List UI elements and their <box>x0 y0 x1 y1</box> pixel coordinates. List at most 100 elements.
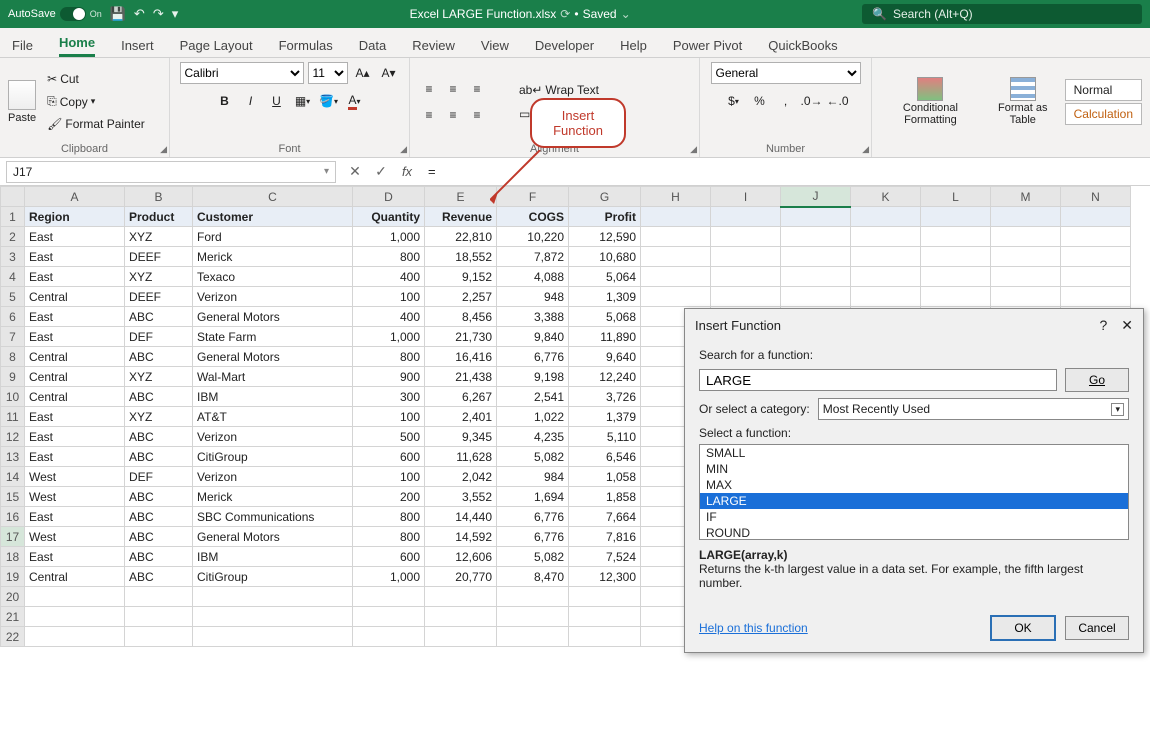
cell-L4[interactable] <box>921 267 991 287</box>
cell-C15[interactable]: Merick <box>193 487 353 507</box>
cell-J4[interactable] <box>781 267 851 287</box>
cell-D13[interactable]: 600 <box>353 447 425 467</box>
row-header-16[interactable]: 16 <box>1 507 25 527</box>
undo-icon[interactable]: ↶ <box>134 6 145 22</box>
autosave[interactable]: AutoSave On <box>8 7 102 21</box>
wrap-text-button[interactable]: ab↵Wrap Text <box>514 80 609 100</box>
cell-F1[interactable]: COGS <box>497 207 569 227</box>
cell-D22[interactable] <box>353 627 425 647</box>
cell-C4[interactable]: Texaco <box>193 267 353 287</box>
font-name-select[interactable]: Calibri <box>180 62 304 84</box>
cell-E9[interactable]: 21,438 <box>425 367 497 387</box>
cell-I2[interactable] <box>711 227 781 247</box>
cell-J5[interactable] <box>781 287 851 307</box>
cell-F18[interactable]: 5,082 <box>497 547 569 567</box>
cell-C14[interactable]: Verizon <box>193 467 353 487</box>
col-header-C[interactable]: C <box>193 187 353 207</box>
cell-B22[interactable] <box>125 627 193 647</box>
cell-D15[interactable]: 200 <box>353 487 425 507</box>
cell-D14[interactable]: 100 <box>353 467 425 487</box>
cell-A22[interactable] <box>25 627 125 647</box>
help-link[interactable]: Help on this function <box>699 621 808 635</box>
category-select[interactable]: Most Recently Used ▾ <box>818 398 1129 420</box>
align-right-icon[interactable]: ≡ <box>466 104 488 126</box>
cell-L5[interactable] <box>921 287 991 307</box>
align-bottom-icon[interactable]: ≡ <box>466 78 488 100</box>
cell-J3[interactable] <box>781 247 851 267</box>
cell-C16[interactable]: SBC Communications <box>193 507 353 527</box>
cell-E7[interactable]: 21,730 <box>425 327 497 347</box>
cell-F6[interactable]: 3,388 <box>497 307 569 327</box>
cell-E15[interactable]: 3,552 <box>425 487 497 507</box>
cell-A1[interactable]: Region <box>25 207 125 227</box>
cell-E20[interactable] <box>425 587 497 607</box>
cell-G4[interactable]: 5,064 <box>569 267 641 287</box>
cell-F19[interactable]: 8,470 <box>497 567 569 587</box>
cell-B13[interactable]: ABC <box>125 447 193 467</box>
cell-D21[interactable] <box>353 607 425 627</box>
cell-B6[interactable]: ABC <box>125 307 193 327</box>
cell-E6[interactable]: 8,456 <box>425 307 497 327</box>
cell-B19[interactable]: ABC <box>125 567 193 587</box>
cell-C12[interactable]: Verizon <box>193 427 353 447</box>
cell-B3[interactable]: DEEF <box>125 247 193 267</box>
cell-C22[interactable] <box>193 627 353 647</box>
cancel-formula-button[interactable]: ✕ <box>342 163 368 180</box>
row-header-9[interactable]: 9 <box>1 367 25 387</box>
tab-home[interactable]: Home <box>59 31 95 57</box>
row-header-7[interactable]: 7 <box>1 327 25 347</box>
cell-B21[interactable] <box>125 607 193 627</box>
cell-E10[interactable]: 6,267 <box>425 387 497 407</box>
italic-button[interactable]: I <box>240 90 262 112</box>
cell-C20[interactable] <box>193 587 353 607</box>
col-header-H[interactable]: H <box>641 187 711 207</box>
cell-D4[interactable]: 400 <box>353 267 425 287</box>
number-format-select[interactable]: General <box>711 62 861 84</box>
function-item-round[interactable]: ROUND <box>700 525 1128 540</box>
row-header-18[interactable]: 18 <box>1 547 25 567</box>
cell-G22[interactable] <box>569 627 641 647</box>
row-header-4[interactable]: 4 <box>1 267 25 287</box>
percent-button[interactable]: % <box>749 90 771 112</box>
row-header-8[interactable]: 8 <box>1 347 25 367</box>
redo-icon[interactable]: ↷ <box>153 6 164 22</box>
cut-button[interactable]: ✂Cut <box>42 69 150 89</box>
cell-G12[interactable]: 5,110 <box>569 427 641 447</box>
name-box[interactable]: J17 ▾ <box>6 161 336 183</box>
cell-A20[interactable] <box>25 587 125 607</box>
row-header-13[interactable]: 13 <box>1 447 25 467</box>
cell-B12[interactable]: ABC <box>125 427 193 447</box>
increase-decimal-icon[interactable]: .0→ <box>801 90 823 112</box>
cell-A9[interactable]: Central <box>25 367 125 387</box>
cell-I5[interactable] <box>711 287 781 307</box>
decrease-font-icon[interactable]: A▾ <box>378 62 400 84</box>
cell-A5[interactable]: Central <box>25 287 125 307</box>
cell-J1[interactable] <box>781 207 851 227</box>
align-left-icon[interactable]: ≡ <box>418 104 440 126</box>
cell-C3[interactable]: Merick <box>193 247 353 267</box>
cell-K4[interactable] <box>851 267 921 287</box>
decrease-decimal-icon[interactable]: ←.0 <box>827 90 849 112</box>
col-header-K[interactable]: K <box>851 187 921 207</box>
cell-A4[interactable]: East <box>25 267 125 287</box>
cell-E4[interactable]: 9,152 <box>425 267 497 287</box>
font-color-button[interactable]: A▾ <box>344 90 366 112</box>
style-normal[interactable]: Normal <box>1065 79 1142 101</box>
tab-review[interactable]: Review <box>412 34 455 57</box>
cell-A14[interactable]: West <box>25 467 125 487</box>
cell-E5[interactable]: 2,257 <box>425 287 497 307</box>
cell-K3[interactable] <box>851 247 921 267</box>
cell-E17[interactable]: 14,592 <box>425 527 497 547</box>
cell-D9[interactable]: 900 <box>353 367 425 387</box>
cell-F20[interactable] <box>497 587 569 607</box>
cell-D17[interactable]: 800 <box>353 527 425 547</box>
cell-G16[interactable]: 7,664 <box>569 507 641 527</box>
tab-quickbooks[interactable]: QuickBooks <box>768 34 837 57</box>
cell-C17[interactable]: General Motors <box>193 527 353 547</box>
cell-A7[interactable]: East <box>25 327 125 347</box>
cell-A11[interactable]: East <box>25 407 125 427</box>
cell-G14[interactable]: 1,058 <box>569 467 641 487</box>
chevron-down-icon[interactable]: ⌄ <box>621 7 631 21</box>
row-header-15[interactable]: 15 <box>1 487 25 507</box>
cell-E8[interactable]: 16,416 <box>425 347 497 367</box>
